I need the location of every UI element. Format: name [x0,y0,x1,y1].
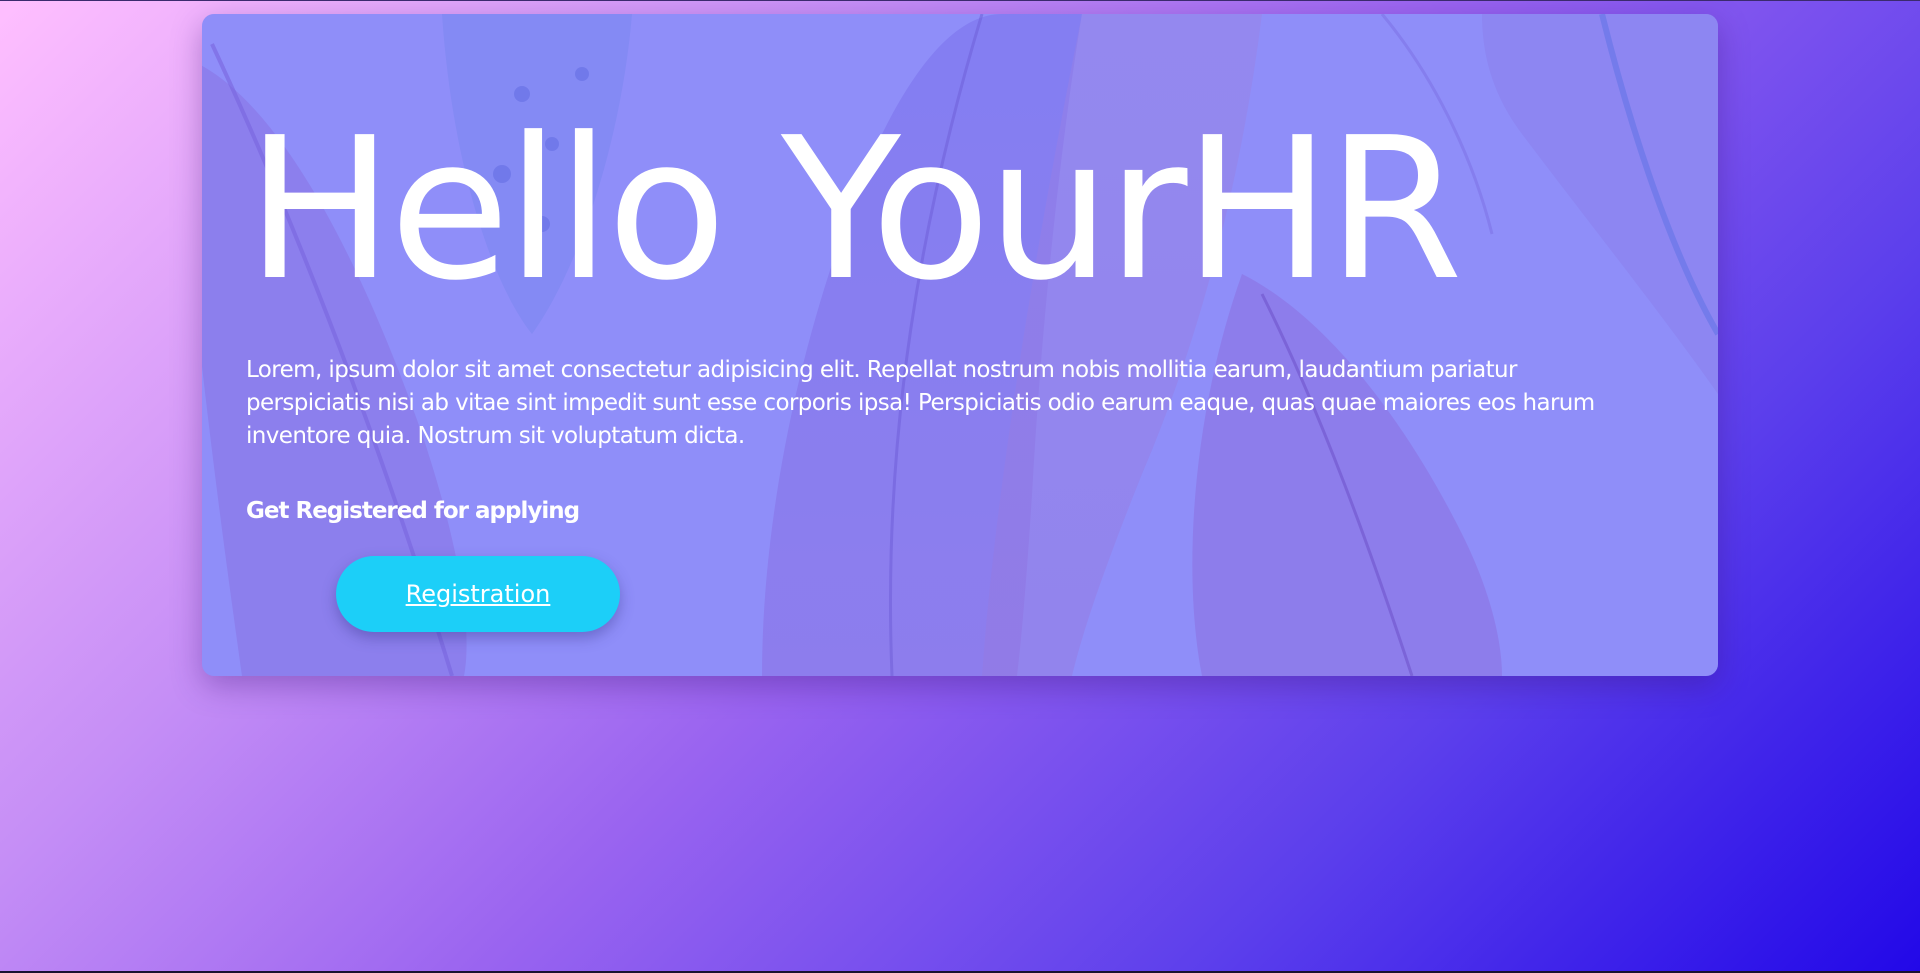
registration-button[interactable]: Registration [336,556,620,632]
hero-card: Hello YourHR Lorem, ipsum dolor sit amet… [202,14,1718,676]
cta-heading: Get Registered for applying [246,498,580,524]
hero-description: Lorem, ipsum dolor sit amet consectetur … [246,357,1595,449]
hero-title: Hello YourHR [246,96,1463,324]
